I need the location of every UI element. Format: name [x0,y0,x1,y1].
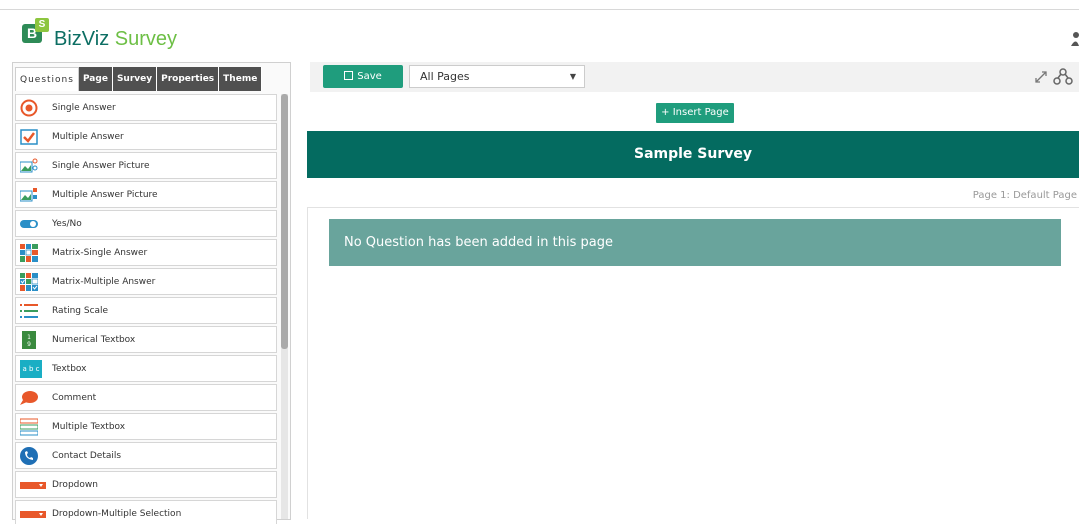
scrollbar-thumb[interactable] [281,94,288,349]
bizviz-logo: B S [22,18,49,43]
toggle-icon [20,220,38,228]
question-type-single-answer[interactable]: Single Answer [15,94,277,121]
question-type-comment[interactable]: Comment [15,384,277,411]
logo-s-icon: S [35,18,49,32]
survey-title: Sample Survey [307,131,1079,178]
question-type-label: Rating Scale [52,306,109,316]
textbox-icon: a b c [20,360,42,378]
question-type-numerical-textbox[interactable]: 1 9 Numerical Textbox [15,326,277,353]
svg-text:1: 1 [27,334,31,341]
question-type-label: Single Answer Picture [52,161,150,171]
page-label: Page 1: Default Page [972,190,1077,201]
expand-icon[interactable] [1034,70,1048,84]
matrix-icon [20,244,38,262]
question-type-list: Single Answer Multiple Answer Single Ans… [15,94,277,524]
question-type-multiple-answer-picture[interactable]: Multiple Answer Picture [15,181,277,208]
save-button-label: Save [357,71,382,82]
top-border [0,0,1079,10]
question-list-scrollbar[interactable] [281,94,288,519]
floppy-icon [344,71,354,80]
tab-properties[interactable]: Properties [157,67,220,91]
question-type-rating-scale[interactable]: Rating Scale [15,297,277,324]
question-type-label: Contact Details [52,451,122,461]
tab-questions[interactable]: Questions [15,67,79,91]
question-type-multiple-textbox[interactable]: Multiple Textbox [15,413,277,440]
panel-tabs: Questions Page Survey Properties Theme [15,67,263,91]
svg-text:9: 9 [27,341,31,348]
editor-toolbar: Save All Pages ▼ [310,62,1079,92]
user-icon[interactable] [1070,30,1079,46]
question-panel: Questions Page Survey Properties Theme S… [12,62,291,524]
question-type-label: Multiple Answer [52,132,124,142]
sitemap-icon[interactable] [1052,68,1074,86]
insert-page-button[interactable]: + Insert Page [656,103,734,123]
rating-scale-icon [20,304,38,318]
empty-page-message: No Question has been added in this page [329,219,1061,266]
caret-down-icon: ▼ [569,72,576,81]
question-type-label: Comment [52,393,97,403]
app-title: BizViz Survey [54,28,177,51]
question-type-label: Numerical Textbox [52,335,136,345]
picture-checkbox-icon [20,188,37,202]
question-type-label: Matrix-Multiple Answer [52,277,156,287]
question-type-label: Single Answer [52,103,116,113]
tab-page[interactable]: Page [78,67,113,91]
radio-icon [20,99,38,117]
app-title-bizviz: BizViz [54,28,110,50]
dropdown-icon [20,482,46,489]
question-type-textbox[interactable]: a b c Textbox [15,355,277,382]
question-type-yes-no[interactable]: Yes/No [15,210,277,237]
question-type-dropdown-multiple[interactable]: Dropdown-Multiple Selection [15,500,277,524]
question-type-single-answer-picture[interactable]: Single Answer Picture [15,152,277,179]
app-title-survey: Survey [114,28,178,50]
question-type-label: Dropdown-Multiple Selection [52,509,182,519]
question-type-label: Multiple Answer Picture [52,190,158,200]
numeric-icon: 1 9 [22,331,36,349]
question-type-label: Multiple Textbox [52,422,126,432]
question-type-label: Textbox [52,364,87,374]
checkbox-icon [20,129,38,145]
pages-select[interactable]: All Pages ▼ [409,65,585,88]
pages-select-value: All Pages [420,70,470,83]
question-type-matrix-single[interactable]: Matrix-Single Answer [15,239,277,266]
question-type-contact-details[interactable]: Contact Details [15,442,277,469]
phone-icon [20,447,38,465]
question-type-label: Matrix-Single Answer [52,248,148,258]
question-type-dropdown[interactable]: Dropdown [15,471,277,498]
question-type-label: Yes/No [52,219,82,229]
tab-theme[interactable]: Theme [219,67,263,91]
dropdown-multi-icon [20,511,46,518]
question-type-multiple-answer[interactable]: Multiple Answer [15,123,277,150]
comment-icon [20,391,38,405]
tab-survey[interactable]: Survey [112,67,158,91]
question-type-matrix-multiple[interactable]: Matrix-Multiple Answer [15,268,277,295]
question-type-label: Dropdown [52,480,98,490]
matrix-check-icon [20,273,38,291]
multi-textbox-icon [20,418,38,436]
save-button[interactable]: Save [323,65,403,88]
picture-radio-icon [20,158,38,173]
